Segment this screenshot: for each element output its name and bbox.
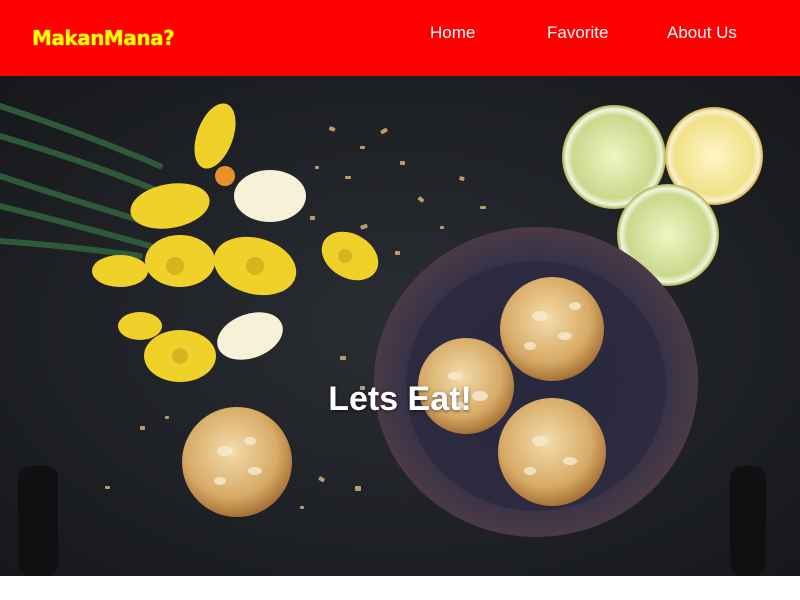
page-body-area: [0, 576, 800, 600]
nav-link-favorite[interactable]: Favorite: [547, 23, 608, 43]
hero-banner: Lets Eat!: [0, 76, 800, 576]
navbar: MakanMana? Home Favorite About Us: [0, 0, 800, 76]
brand-logo[interactable]: MakanMana?: [32, 26, 175, 50]
hero-title: Lets Eat!: [328, 380, 472, 418]
hero-background-image: [0, 76, 800, 576]
nav-link-about-us[interactable]: About Us: [667, 23, 737, 43]
nav-link-home[interactable]: Home: [430, 23, 475, 43]
